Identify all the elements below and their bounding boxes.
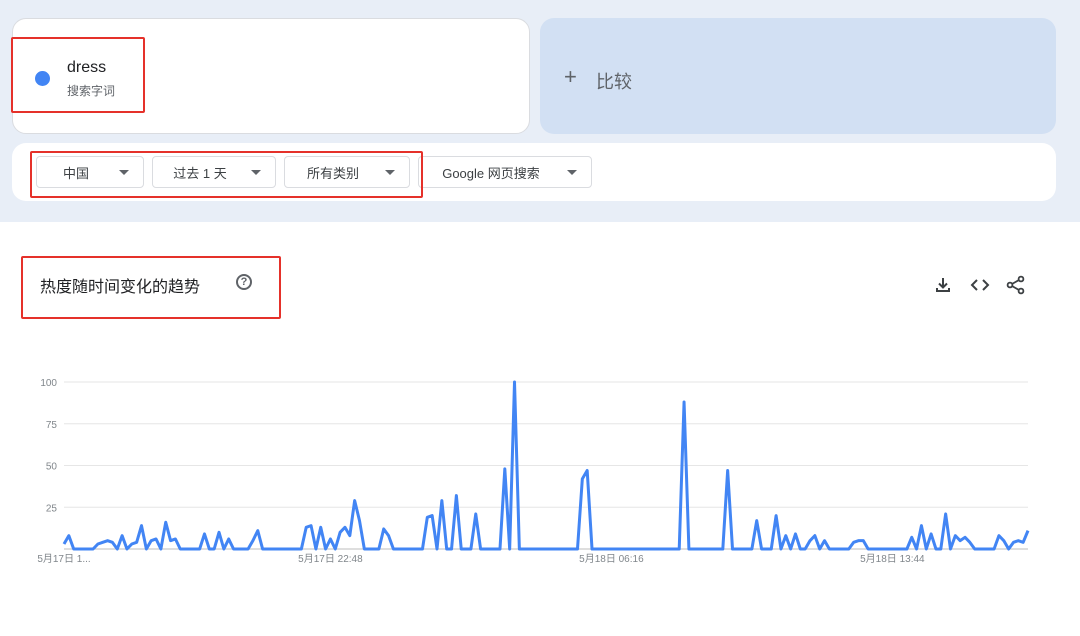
x-tick-label: 5月17日 1... (37, 553, 90, 565)
annotation-box-title (21, 256, 281, 319)
annotation-box-term (11, 37, 145, 113)
annotation-box-filters (30, 151, 423, 198)
y-tick-label: 100 (40, 378, 57, 389)
x-tick-label: 5月17日 22:48 (298, 553, 363, 565)
y-tick-label: 75 (46, 420, 58, 431)
x-tick-label: 5月18日 13:44 (860, 553, 925, 565)
y-tick-label: 50 (46, 462, 58, 473)
y-tick-label: 25 (46, 503, 58, 514)
x-tick-label: 5月18日 06:16 (579, 553, 644, 565)
